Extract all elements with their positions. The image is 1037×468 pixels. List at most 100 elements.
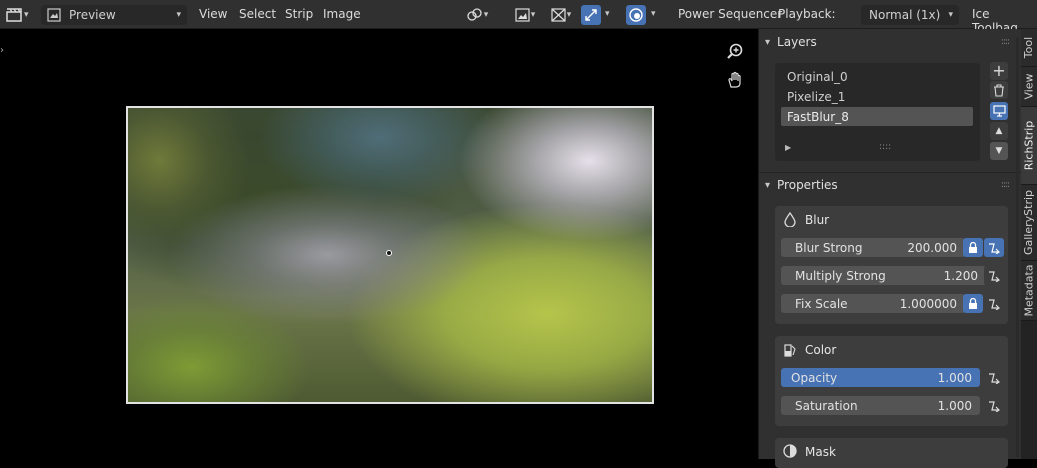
drop-icon — [784, 212, 796, 227]
multiply-strong-value: 1.200 — [943, 268, 978, 283]
overlays-icon — [629, 8, 643, 22]
pan-button[interactable] — [724, 69, 746, 91]
gizmo-icon — [585, 9, 597, 21]
view-type-label: Preview — [69, 8, 116, 22]
layer-item[interactable]: Original_0 — [781, 67, 973, 86]
chevron-down-icon: ▾ — [765, 36, 771, 48]
tab-richstrip[interactable]: RichStrip — [1021, 107, 1037, 185]
remove-layer-button[interactable] — [990, 81, 1008, 99]
fix-scale-field[interactable]: Fix Scale 1.000000 — [781, 294, 965, 313]
menu-select[interactable]: Select — [239, 7, 276, 21]
chevron-down-icon: ▾ — [24, 10, 29, 20]
arrow-up-icon: ▲ — [995, 126, 1003, 136]
drag-grip-icon[interactable]: :::: — [1001, 180, 1010, 190]
sidebar: ▾ Layers :::: Original_0 Pixelize_1 Fast… — [758, 29, 1021, 468]
multiply-strong-field[interactable]: Multiply Strong 1.200 — [781, 266, 986, 285]
blur-title: Blur — [805, 213, 830, 227]
opacity-label: Opacity — [791, 370, 838, 385]
tab-tool[interactable]: Tool — [1021, 29, 1037, 67]
color-title: Color — [805, 343, 837, 357]
chevron-down-icon: ▾ — [483, 10, 489, 20]
driver-icon — [989, 298, 1000, 310]
move-up-button[interactable]: ▲ — [990, 122, 1008, 140]
mask-title: Mask — [805, 445, 836, 459]
tab-gallerystrip-label: GalleryStrip — [1022, 189, 1036, 256]
lock-icon — [969, 298, 977, 309]
image-icon — [47, 8, 61, 22]
chevron-down-icon: ▾ — [530, 10, 536, 20]
display-mode-button[interactable]: ▾ — [510, 5, 540, 25]
cursor-icon — [386, 250, 392, 256]
trash-icon — [994, 83, 1004, 97]
opacity-value: 1.000 — [937, 370, 972, 385]
multiply-strong-label: Multiply Strong — [795, 268, 886, 283]
driver-button[interactable] — [984, 238, 1004, 257]
color-icon — [784, 344, 796, 357]
saturation-field[interactable]: Saturation 1.000 — [781, 396, 980, 415]
link-icon — [467, 8, 482, 21]
lock-button[interactable] — [963, 238, 983, 257]
chevron-down-icon[interactable]: ▾ — [605, 9, 610, 19]
tab-view[interactable]: View — [1021, 67, 1037, 107]
menu-view[interactable]: View — [199, 7, 227, 21]
driver-button[interactable] — [984, 266, 1004, 285]
playback-value: Normal (1x) — [869, 8, 941, 22]
sequencer-icon — [6, 8, 22, 22]
driver-button[interactable] — [984, 368, 1004, 387]
tab-metadata[interactable]: Metadata — [1021, 261, 1037, 321]
add-layer-button[interactable]: + — [990, 62, 1008, 80]
drag-grip-icon[interactable]: :::: — [1001, 37, 1010, 47]
list-resize-grip-icon[interactable]: :::: — [879, 142, 891, 152]
power-sequencer-menu[interactable]: Power Sequencer — [678, 7, 782, 21]
editor-type-button[interactable]: ▾ — [6, 5, 36, 25]
driver-icon — [989, 242, 1000, 254]
move-down-button[interactable]: ▼ — [990, 142, 1008, 160]
lock-icon — [969, 242, 977, 253]
chevron-down-icon: ▾ — [948, 10, 953, 20]
expand-icon[interactable]: ▶ — [785, 143, 791, 152]
mask-subpanel: Mask — [775, 438, 1008, 468]
view-type-dropdown[interactable]: Preview ▾ — [41, 5, 187, 25]
preview-layer-button[interactable] — [990, 102, 1008, 120]
zoom-icon — [727, 43, 743, 59]
blur-strong-label: Blur Strong — [795, 240, 863, 255]
driver-button[interactable] — [984, 396, 1004, 415]
sidebar-tabs: Tool View RichStrip GalleryStrip Metadat… — [1021, 29, 1037, 459]
pivot-button[interactable]: ▾ — [461, 5, 493, 25]
tab-view-label: View — [1022, 73, 1036, 100]
layers-panel-header[interactable]: ▾ Layers — [765, 30, 817, 54]
playback-dropdown[interactable]: Normal (1x) ▾ — [861, 5, 959, 25]
chevron-down-icon: ▾ — [765, 179, 771, 191]
menu-strip[interactable]: Strip — [285, 7, 313, 21]
fix-scale-label: Fix Scale — [795, 296, 848, 311]
tab-gallerystrip[interactable]: GalleryStrip — [1021, 185, 1037, 261]
properties-title: Properties — [777, 178, 838, 192]
preview-viewport[interactable]: › — [0, 29, 758, 459]
gizmo-toggle[interactable] — [581, 5, 601, 25]
chevron-down-icon[interactable]: ▾ — [651, 9, 656, 19]
overlay-button[interactable]: ▾ — [546, 5, 576, 25]
driver-button[interactable] — [984, 294, 1004, 313]
layers-title: Layers — [777, 35, 817, 49]
layer-item[interactable]: Pixelize_1 — [781, 87, 973, 106]
driver-icon — [989, 372, 1000, 384]
blur-strong-field[interactable]: Blur Strong 200.000 — [781, 238, 965, 257]
lock-button[interactable] — [963, 294, 983, 313]
tab-metadata-label: Metadata — [1022, 264, 1036, 317]
plus-icon: + — [992, 61, 1006, 80]
menu-image[interactable]: Image — [323, 7, 361, 21]
layer-item-selected[interactable]: FastBlur_8 — [781, 107, 973, 126]
overlays-toggle[interactable] — [626, 5, 646, 25]
saturation-value: 1.000 — [937, 398, 972, 413]
blur-strong-value: 200.000 — [907, 240, 957, 255]
chevron-down-icon: ▾ — [176, 10, 181, 20]
zoom-button[interactable] — [724, 41, 746, 63]
monitor-icon — [992, 105, 1006, 117]
layers-list: Original_0 Pixelize_1 FastBlur_8 ▶ :::: — [775, 63, 980, 161]
driver-icon — [989, 400, 1000, 412]
chevron-down-icon: ▾ — [566, 10, 572, 20]
region-toggle-icon[interactable]: › — [0, 45, 4, 56]
properties-panel-header[interactable]: ▾ Properties — [765, 173, 838, 197]
scrollbar[interactable] — [1016, 37, 1019, 457]
opacity-slider[interactable]: Opacity 1.000 — [781, 368, 980, 387]
